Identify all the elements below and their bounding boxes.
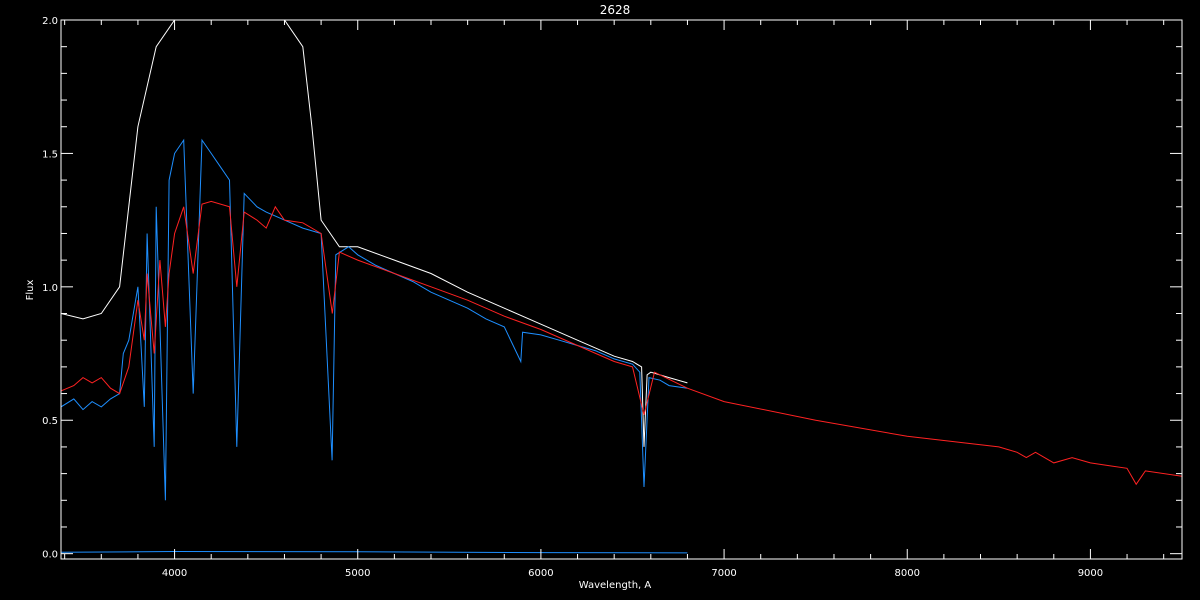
x-tick-label: 7000 bbox=[711, 568, 736, 579]
y-tick-label: 2.0 bbox=[42, 16, 58, 27]
y-axis-label: Flux bbox=[25, 280, 36, 301]
chart-title: 2628 bbox=[600, 3, 631, 17]
chart-background bbox=[0, 0, 1200, 600]
x-axis-label: Wavelength, A bbox=[579, 580, 652, 591]
x-tick-label: 9000 bbox=[1078, 568, 1103, 579]
x-tick-label: 4000 bbox=[162, 568, 187, 579]
x-tick-label: 6000 bbox=[528, 568, 553, 579]
spectrum-chart: 4000 5000 6000 7000 8000 90000.00.51.01.52.0 … bbox=[0, 0, 1200, 600]
x-tick-label: 5000 bbox=[345, 568, 370, 579]
y-tick-label: 0.5 bbox=[42, 416, 58, 427]
x-tick-label: 8000 bbox=[895, 568, 920, 579]
y-tick-label: 0.0 bbox=[42, 550, 58, 561]
y-tick-label: 1.5 bbox=[42, 149, 58, 160]
y-tick-label: 1.0 bbox=[42, 283, 58, 294]
